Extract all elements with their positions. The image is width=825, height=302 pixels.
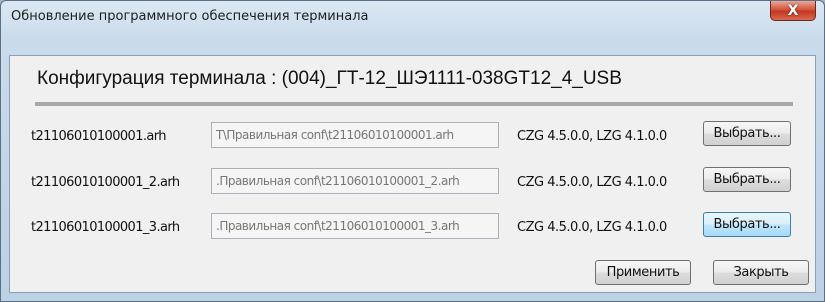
file-name-label: t21106010100001.arh (31, 129, 167, 144)
choose-file-button[interactable]: Выбрать... (703, 212, 791, 237)
file-path-field[interactable]: .Правильная conf\t21106010100001_2.arh (211, 168, 499, 194)
file-row: t21106010100001_3.arh .Правильная conf\t… (1, 212, 825, 243)
version-info: CZG 4.5.0.0, LZG 4.1.0.0 (517, 220, 667, 235)
title-bar[interactable]: Обновление программного обеспечения терм… (1, 1, 824, 31)
terminal-config-title: Конфигурация терминала : (004)_ГТ-12_ШЭ1… (37, 68, 622, 89)
window-title: Обновление программного обеспечения терм… (11, 9, 369, 24)
apply-button[interactable]: Применить (595, 260, 691, 285)
choose-file-button[interactable]: Выбрать... (703, 167, 791, 192)
version-info: CZG 4.5.0.0, LZG 4.1.0.0 (517, 175, 667, 190)
choose-file-button[interactable]: Выбрать... (703, 121, 791, 146)
close-icon: X (787, 2, 799, 19)
file-row: t21106010100001.arh T\Правильная conf\t2… (1, 121, 825, 152)
file-path-field[interactable]: T\Правильная conf\t21106010100001.arh (211, 122, 499, 148)
file-name-label: t21106010100001_3.arh (31, 220, 180, 235)
file-path-field[interactable]: .Правильная conf\t21106010100001_3.arh (211, 213, 499, 239)
version-info: CZG 4.5.0.0, LZG 4.1.0.0 (517, 129, 667, 144)
file-row: t21106010100001_2.arh .Правильная conf\t… (1, 167, 825, 198)
dialog-window: Обновление программного обеспечения терм… (0, 0, 825, 302)
close-button[interactable]: Закрыть (713, 260, 809, 285)
close-window-button[interactable]: X (770, 1, 816, 21)
file-name-label: t21106010100001_2.arh (31, 175, 180, 190)
header-divider (35, 102, 793, 106)
